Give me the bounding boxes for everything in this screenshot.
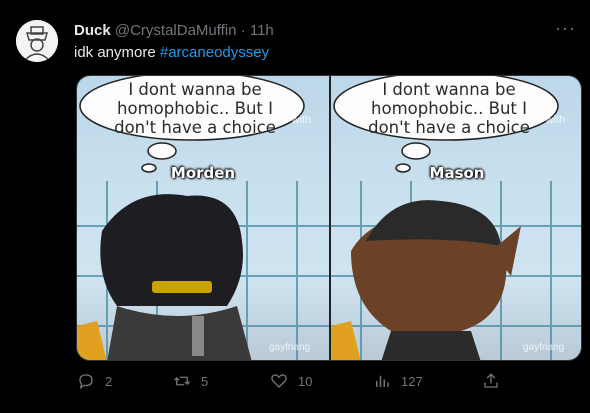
like-count: 10 xyxy=(298,373,313,389)
separator-dot: · xyxy=(240,22,246,39)
media-image-right[interactable]: I dont wanna be homophobic.. But I don't… xyxy=(331,76,581,360)
view-count: 127 xyxy=(401,373,423,389)
share-button[interactable] xyxy=(482,372,500,390)
retweet-count: 5 xyxy=(201,373,209,389)
views-icon xyxy=(376,375,389,387)
watermark-made-with: Made with xyxy=(261,114,312,126)
bubble-line: I dont wanna be xyxy=(128,80,262,99)
views-button[interactable]: 127 xyxy=(373,372,423,390)
retweet-icon xyxy=(174,376,190,386)
share-icon xyxy=(484,373,498,388)
character-name-label: Mason xyxy=(429,164,485,182)
bubble-line: I dont wanna be xyxy=(382,80,516,99)
media-image-left[interactable]: I dont wanna be homophobic.. But I don't… xyxy=(77,76,329,360)
author-name[interactable]: Duck xyxy=(74,22,111,39)
speech-bubble-text: I dont wanna be homophobic.. But I don't… xyxy=(349,80,549,137)
watermark-bottom: gayfriang xyxy=(523,342,565,353)
heart-icon xyxy=(271,374,287,388)
tweet[interactable]: Duck @CrystalDaMuffin · 11h ··· idk anym… xyxy=(0,0,590,413)
speech-bubble-text: I dont wanna be homophobic.. But I don't… xyxy=(95,80,295,137)
tweet-text-content: idk anymore xyxy=(74,44,156,61)
avatar[interactable] xyxy=(16,20,58,62)
hashtag-link[interactable]: #arcaneodyssey xyxy=(160,44,269,61)
tweet-media[interactable]: I dont wanna be homophobic.. But I don't… xyxy=(76,75,582,361)
character-name-label: Morden xyxy=(170,164,236,182)
like-button[interactable]: 10 xyxy=(270,372,312,390)
watermark-bottom: gayfriang xyxy=(269,342,311,353)
retweet-button[interactable]: 5 xyxy=(173,372,208,390)
tweet-header: Duck @CrystalDaMuffin · 11h xyxy=(74,22,274,39)
tweet-actions: 2 5 10 127 xyxy=(0,372,590,394)
reply-button[interactable]: 2 xyxy=(77,372,112,390)
reply-count: 2 xyxy=(105,373,113,389)
watermark-made-with: Made with xyxy=(515,114,566,126)
timestamp[interactable]: 11h xyxy=(250,22,274,39)
author-handle[interactable]: @CrystalDaMuffin xyxy=(115,22,237,39)
reply-icon xyxy=(79,374,93,390)
more-options-icon[interactable]: ··· xyxy=(555,18,576,39)
tweet-text: idk anymore #arcaneodyssey xyxy=(74,44,269,61)
